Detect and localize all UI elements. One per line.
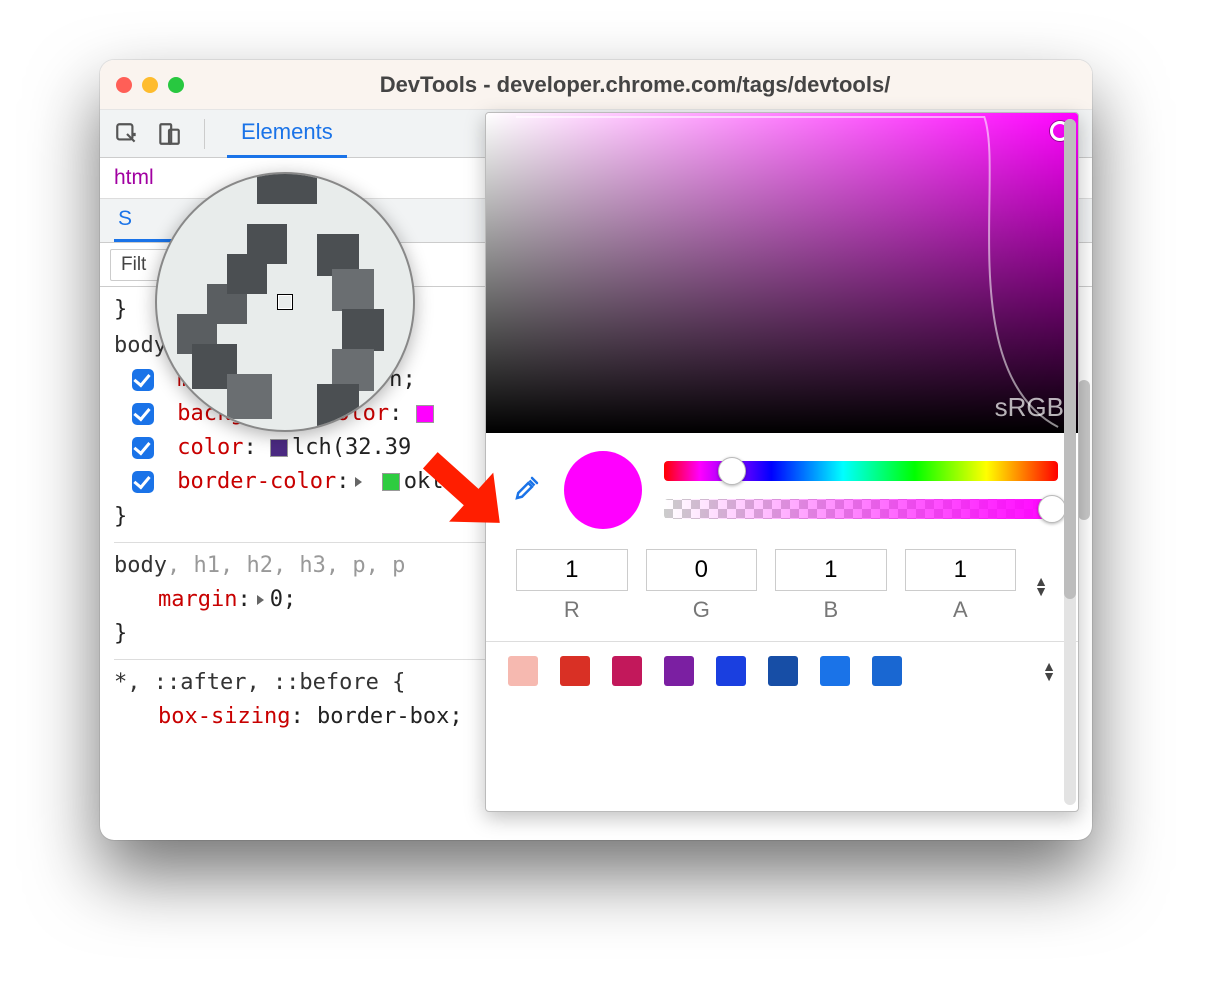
minimize-window-icon[interactable]	[142, 77, 158, 93]
prop-color[interactable]: color	[177, 435, 243, 460]
color-spectrum[interactable]: sRGB	[486, 113, 1078, 433]
color-inputs: R G B A ▲▼	[486, 539, 1078, 629]
picker-scrollbar[interactable]	[1064, 119, 1076, 805]
picker-scrollbar-thumb[interactable]	[1064, 119, 1076, 599]
device-toggle-icon[interactable]	[156, 121, 182, 147]
a-label: A	[905, 597, 1017, 623]
toolbar-divider	[204, 119, 205, 149]
color-picker-popover: sRGB R G B A	[485, 112, 1079, 812]
r-label: R	[516, 597, 628, 623]
b-input[interactable]	[775, 549, 887, 591]
expand-triangle-icon[interactable]	[355, 477, 362, 487]
r-input[interactable]	[516, 549, 628, 591]
tab-elements[interactable]: Elements	[227, 109, 347, 158]
maximize-window-icon[interactable]	[168, 77, 184, 93]
property-checkbox[interactable]	[132, 403, 154, 425]
expand-triangle-icon[interactable]	[257, 595, 264, 605]
window-title: DevTools - developer.chrome.com/tags/dev…	[194, 72, 1076, 98]
prop-box-sizing[interactable]: box-sizing	[158, 704, 290, 729]
selector-body-h1[interactable]: body, h1, h2, h3, p, p	[114, 553, 405, 578]
format-stepper[interactable]: ▲▼	[1034, 576, 1048, 596]
inspect-icon[interactable]	[114, 121, 140, 147]
selector-universal[interactable]: *, ::after, ::before {	[114, 670, 405, 695]
close-window-icon[interactable]	[116, 77, 132, 93]
palette-swatch[interactable]	[872, 656, 902, 686]
palette-swatch[interactable]	[716, 656, 746, 686]
eyedropper-loupe	[155, 172, 415, 432]
window-scrollbar[interactable]	[1078, 380, 1090, 520]
chevron-down-icon: ▼	[1034, 586, 1048, 596]
gamut-label: sRGB	[995, 392, 1064, 423]
palette-swatch[interactable]	[508, 656, 538, 686]
property-checkbox[interactable]	[132, 369, 154, 391]
hue-slider[interactable]	[664, 461, 1058, 481]
prop-border-color[interactable]: border-color	[177, 469, 336, 494]
prop-margin[interactable]: margin	[158, 587, 237, 612]
color-swatch-icon[interactable]	[270, 439, 288, 457]
palette-swatch[interactable]	[768, 656, 798, 686]
chevron-down-icon: ▼	[1042, 671, 1056, 681]
palette-stepper[interactable]: ▲▼	[1042, 661, 1056, 681]
hue-slider-thumb[interactable]	[718, 457, 746, 485]
a-input[interactable]	[905, 549, 1017, 591]
g-input[interactable]	[646, 549, 758, 591]
alpha-slider-thumb[interactable]	[1038, 495, 1066, 523]
window-titlebar: DevTools - developer.chrome.com/tags/dev…	[100, 60, 1092, 110]
palette-swatch[interactable]	[820, 656, 850, 686]
palette-row: ▲▼	[486, 641, 1078, 700]
palette-swatch[interactable]	[612, 656, 642, 686]
palette-swatch[interactable]	[560, 656, 590, 686]
color-swatch-icon[interactable]	[416, 405, 434, 423]
alpha-slider[interactable]	[664, 499, 1058, 519]
palette-swatch[interactable]	[664, 656, 694, 686]
color-preview	[564, 451, 642, 529]
property-checkbox[interactable]	[132, 437, 154, 459]
loupe-target-icon	[278, 295, 292, 309]
b-label: B	[775, 597, 887, 623]
property-checkbox[interactable]	[132, 471, 154, 493]
g-label: G	[646, 597, 758, 623]
